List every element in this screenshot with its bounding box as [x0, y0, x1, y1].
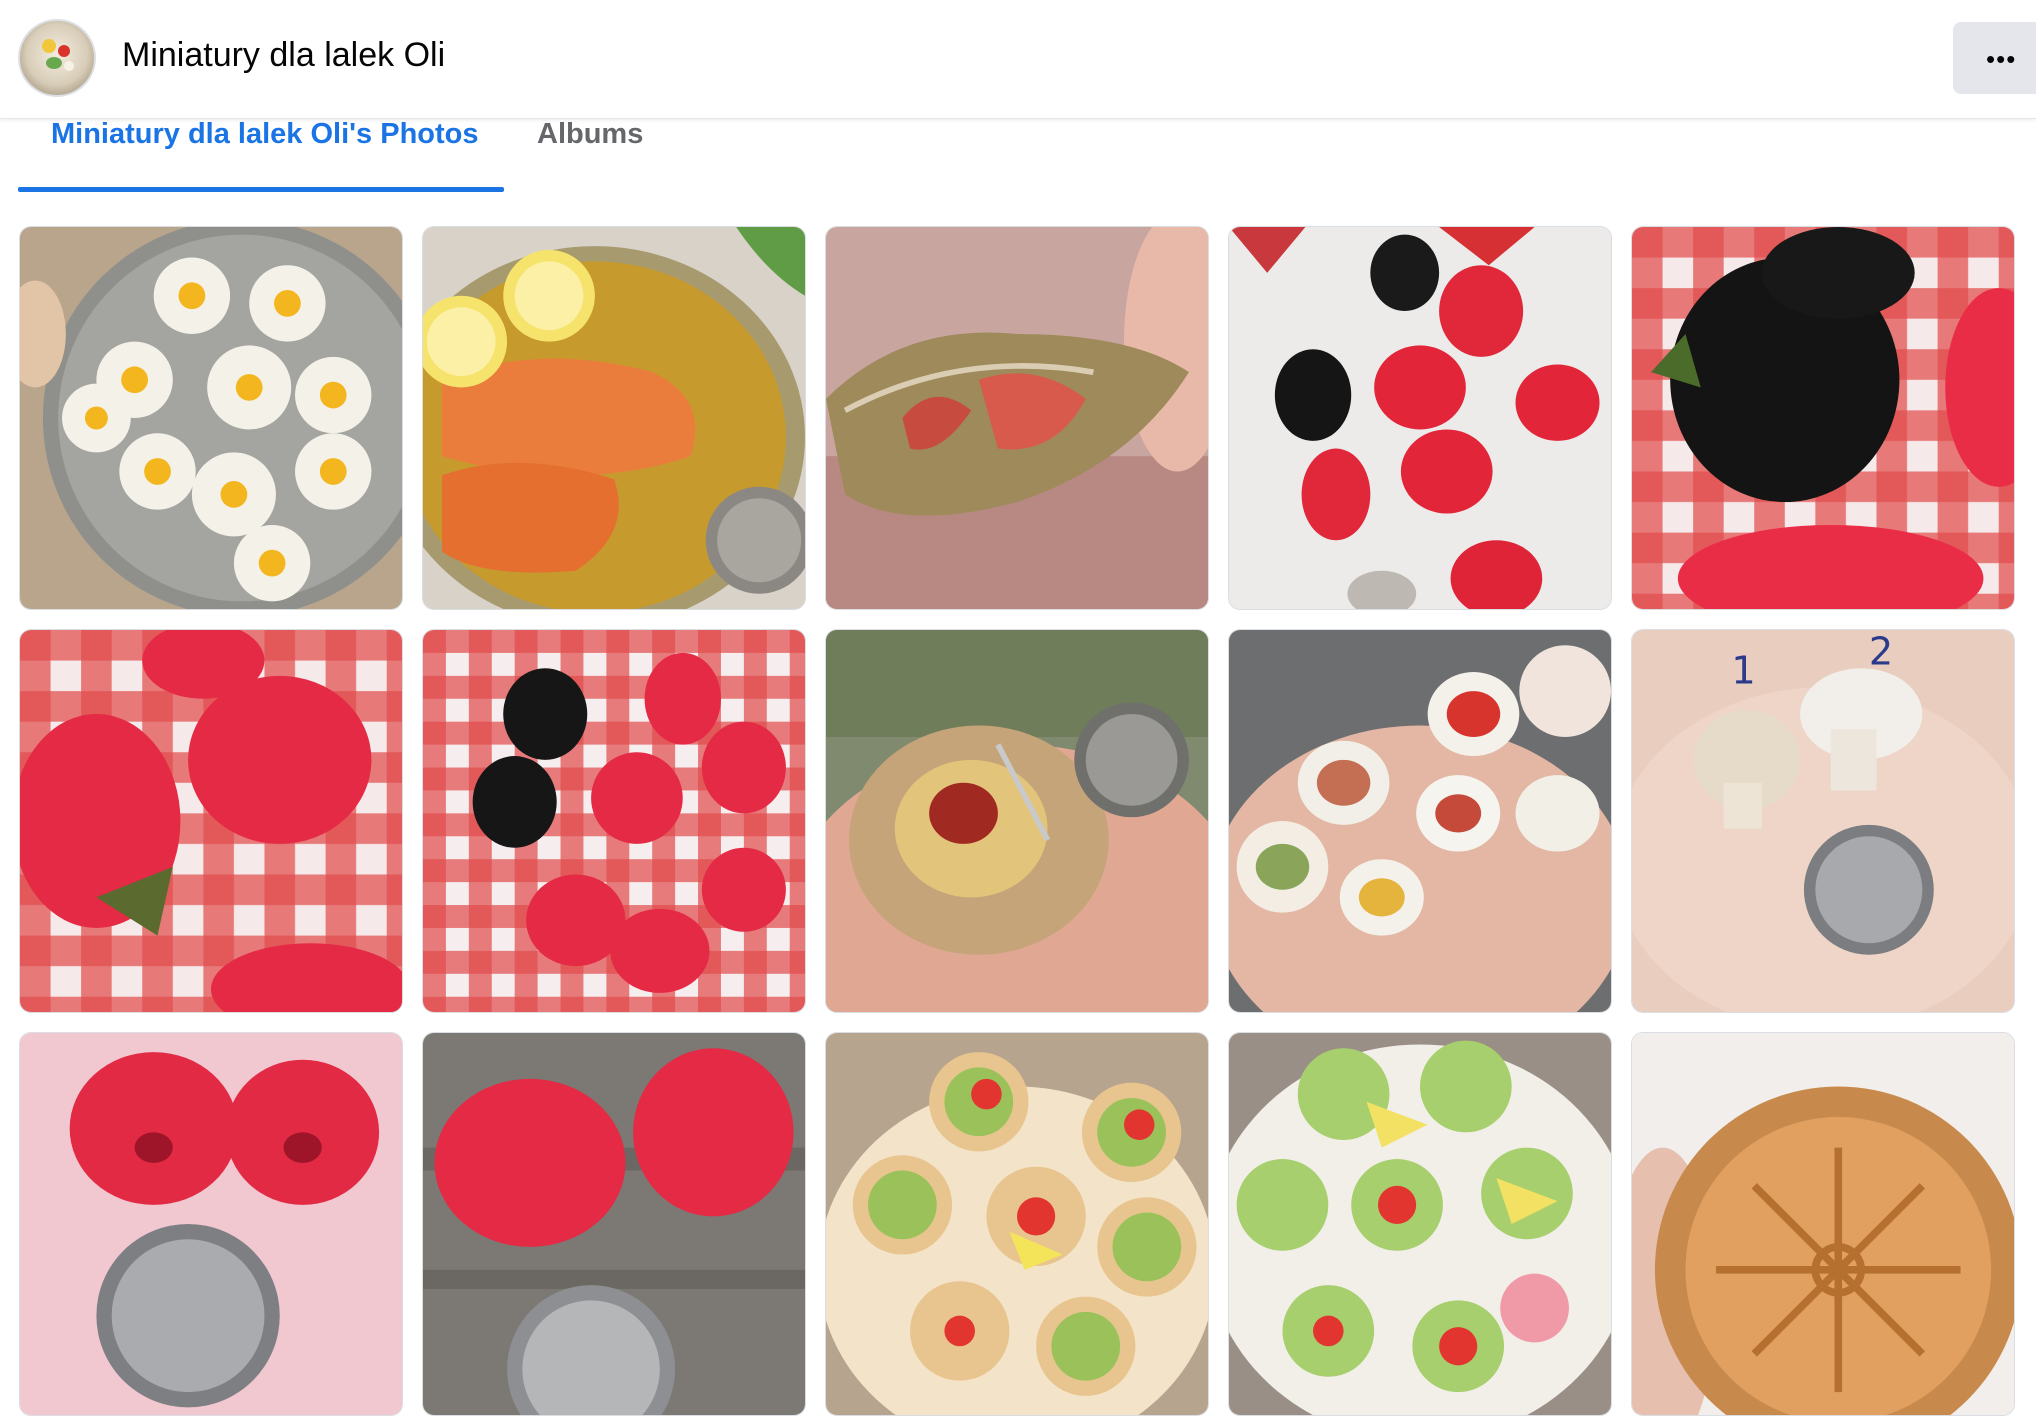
tab-photos[interactable]: Miniatury dla lalek Oli's Photos: [51, 118, 479, 192]
photo-salmon: [423, 227, 805, 609]
photo-sandwiches-salad: [1229, 1033, 1611, 1415]
photo-tile[interactable]: [1631, 226, 2015, 610]
photo-open-sandwiches: [826, 1033, 1208, 1415]
photo-raspberries-blackberries: [423, 630, 805, 1012]
photo-tile[interactable]: [825, 629, 1209, 1013]
photo-tile[interactable]: [422, 1032, 806, 1416]
photo-tile[interactable]: [19, 1032, 403, 1416]
photo-tile[interactable]: [1228, 1032, 1612, 1416]
photo-tile[interactable]: [1228, 629, 1612, 1013]
photo-blackberry: [1632, 227, 2014, 609]
photo-grid: 1 2: [0, 226, 2036, 1416]
photo-tile[interactable]: [422, 226, 806, 610]
tab-albums[interactable]: Albums: [537, 118, 643, 192]
photo-mushrooms: 1 2: [1632, 630, 2014, 1012]
photo-raspberry-earrings: [20, 630, 402, 1012]
photo-raspberries-wood: [423, 1033, 805, 1415]
photo-spaghetti: [826, 630, 1208, 1012]
photo-tile[interactable]: 1 2: [1631, 629, 2015, 1013]
photo-raspberries-pink: [20, 1033, 402, 1415]
photo-tile[interactable]: [825, 1032, 1209, 1416]
photo-miniature-dinners: [1229, 630, 1611, 1012]
photo-quail-eggs: [20, 227, 402, 609]
photo-tile[interactable]: [19, 629, 403, 1013]
photo-braided-pie: [1632, 1033, 2014, 1415]
photo-tile[interactable]: [1228, 226, 1612, 610]
ellipsis-icon: •••: [1986, 44, 2017, 74]
photo-bread-roll: [826, 227, 1208, 609]
more-options-button[interactable]: •••: [1953, 22, 2036, 94]
photo-tile[interactable]: [825, 226, 1209, 610]
active-tab-indicator: [18, 187, 504, 192]
page-header: Miniatury dla lalek Oli •••: [0, 0, 2036, 119]
photo-tile[interactable]: [1631, 1032, 2015, 1416]
photo-tile[interactable]: [422, 629, 806, 1013]
photo-tile[interactable]: [19, 226, 403, 610]
avatar[interactable]: [18, 19, 96, 97]
svg-text:1: 1: [1731, 649, 1755, 693]
svg-text:2: 2: [1869, 630, 1893, 674]
photo-berry-earrings: [1229, 227, 1611, 609]
page-title: Miniatury dla lalek Oli: [122, 36, 446, 74]
